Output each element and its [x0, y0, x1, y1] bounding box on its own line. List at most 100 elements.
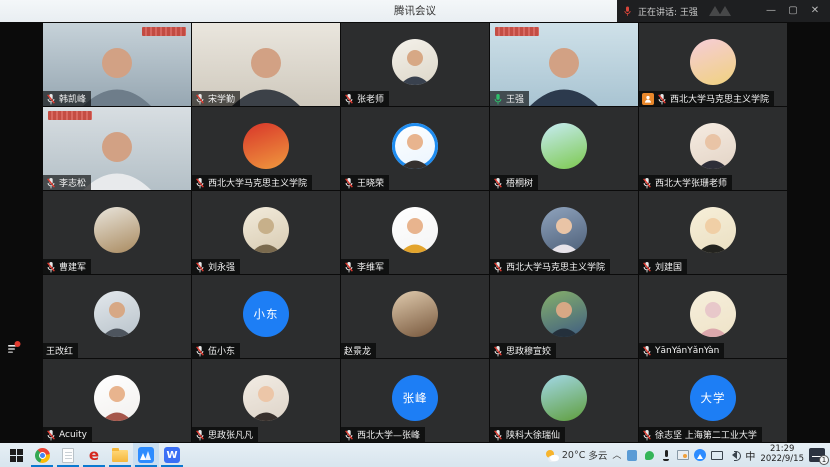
avatar	[541, 207, 587, 253]
participant-name: 李维军	[357, 260, 384, 273]
participant-label: 王改红	[43, 343, 78, 358]
close-button[interactable]: ✕	[806, 2, 824, 20]
participant-label: 西北大学张珊老师	[639, 175, 732, 190]
participant-tile[interactable]: 思政穆宣姣	[490, 275, 638, 358]
participant-tile[interactable]: 刘建国	[639, 191, 787, 274]
chrome-icon	[35, 448, 50, 463]
participant-tile[interactable]: 王强	[490, 23, 638, 106]
participant-tile[interactable]: 赵景龙	[341, 275, 489, 358]
mic-muted-icon	[657, 93, 667, 105]
participant-tile[interactable]: 李维军	[341, 191, 489, 274]
participant-tile[interactable]: 王晓荣	[341, 107, 489, 190]
participant-label: 曹建军	[43, 259, 91, 274]
green-status-tray-icon[interactable]	[643, 449, 655, 461]
participant-tile[interactable]: YānYánYǎnYàn	[639, 275, 787, 358]
participant-label: 西北大学马克思主义学院	[490, 259, 610, 274]
participant-name: 刘建国	[655, 260, 682, 273]
participant-label: 西北大学马克思主义学院	[639, 91, 774, 106]
participant-tile[interactable]: 韩凯峰	[43, 23, 191, 106]
mic-muted-icon	[344, 93, 354, 105]
start-button[interactable]	[3, 443, 29, 467]
chat-notification-icon[interactable]	[6, 340, 22, 356]
meeting-tray-icon[interactable]	[694, 449, 706, 461]
participant-tile[interactable]: 西北大学马克思主义学院	[490, 191, 638, 274]
participant-label: 西北大学—张峰	[341, 427, 425, 442]
windows-taskbar: e W 20°C 多云 ︿ 中 21:29 2022/9/15 1	[0, 443, 830, 467]
volume-icon[interactable]	[728, 449, 740, 461]
participant-tile[interactable]: 张老师	[341, 23, 489, 106]
participant-tile[interactable]: 刘永强	[192, 191, 340, 274]
usb-tray-icon[interactable]	[626, 449, 638, 461]
participant-name: 赵景龙	[344, 344, 371, 357]
weather-widget[interactable]: 20°C 多云	[546, 448, 608, 462]
participant-tile[interactable]: 王改红	[43, 275, 191, 358]
taskbar-notepad[interactable]	[55, 443, 81, 467]
taskbar-chrome[interactable]	[29, 443, 55, 467]
screenshot-tray-icon[interactable]	[677, 449, 689, 461]
minimize-button[interactable]: —	[762, 2, 780, 20]
taskbar-browser-e[interactable]: e	[81, 443, 107, 467]
participant-label: 赵景龙	[341, 343, 376, 358]
tencent-meeting-window: 腾讯会议 正在讲话: 王强 — ▢ ✕ 韩凯峰宋学勤张老师王强西北大学马克思主义…	[0, 0, 830, 467]
avatar	[690, 123, 736, 169]
mic-muted-icon	[642, 345, 652, 357]
mic-muted-icon	[642, 177, 652, 189]
speaking-status: 正在讲话: 王强	[638, 5, 698, 18]
participant-name: 西北大学—张峰	[357, 428, 420, 441]
participant-label: 西北大学马克思主义学院	[192, 175, 312, 190]
participant-label: 刘永强	[192, 259, 240, 274]
mic-muted-icon	[344, 177, 354, 189]
participant-tile[interactable]: 梧桐树	[490, 107, 638, 190]
avatar-text: 张峰	[403, 390, 428, 406]
mic-muted-icon	[195, 429, 205, 441]
participant-label: 徐志坚 上海第二工业大学	[639, 427, 762, 442]
mic-muted-icon	[344, 261, 354, 273]
participant-tile[interactable]: 张峰西北大学—张峰	[341, 359, 489, 442]
participant-tile[interactable]: 西北大学马克思主义学院	[639, 23, 787, 106]
avatar	[392, 207, 438, 253]
participant-name: 西北大学马克思主义学院	[208, 176, 307, 189]
taskbar-file-explorer[interactable]	[107, 443, 133, 467]
microphone-tray-icon[interactable]	[660, 449, 672, 461]
browser-e-icon: e	[89, 448, 99, 463]
participant-name: 刘永强	[208, 260, 235, 273]
weather-icon	[546, 450, 559, 461]
participant-tile[interactable]: 李志松	[43, 107, 191, 190]
action-center-button[interactable]: 1	[809, 448, 825, 462]
participant-name: 西北大学张珊老师	[655, 176, 727, 189]
participant-tile[interactable]: 西北大学张珊老师	[639, 107, 787, 190]
participant-label: YānYánYǎnYàn	[639, 343, 724, 358]
participant-name: 徐志坚 上海第二工业大学	[655, 428, 757, 441]
participant-tile[interactable]: 曹建军	[43, 191, 191, 274]
mic-muted-icon	[344, 429, 354, 441]
participant-label: 思政张凡凡	[192, 427, 258, 442]
participant-name: 宋学勤	[208, 92, 235, 105]
participant-label: 王强	[490, 91, 529, 106]
member-badge-icon	[642, 93, 654, 105]
participant-tile[interactable]: 宋学勤	[192, 23, 340, 106]
participant-tile[interactable]: 小东伍小东	[192, 275, 340, 358]
participant-tile[interactable]: 大学徐志坚 上海第二工业大学	[639, 359, 787, 442]
ime-indicator[interactable]: 中	[745, 448, 755, 463]
display-tray-icon[interactable]	[711, 449, 723, 461]
taskbar-clock[interactable]: 21:29 2022/9/15	[760, 445, 804, 465]
participant-tile[interactable]: Acuity	[43, 359, 191, 442]
mic-muted-icon	[46, 93, 56, 105]
participant-tile[interactable]: 陕科大徐瑞仙	[490, 359, 638, 442]
participant-tile[interactable]: 思政张凡凡	[192, 359, 340, 442]
avatar	[690, 39, 736, 85]
participant-name: 张老师	[357, 92, 384, 105]
mic-muted-icon	[493, 261, 503, 273]
mic-muted-icon	[195, 345, 205, 357]
taskbar-tencent-meeting[interactable]	[133, 443, 159, 467]
maximize-button[interactable]: ▢	[784, 2, 802, 20]
participant-name: YānYánYǎnYàn	[655, 346, 719, 356]
hidden-icons-arrow[interactable]: ︿	[612, 448, 621, 461]
participant-name: 西北大学马克思主义学院	[670, 92, 769, 105]
taskbar-tray: 20°C 多云 ︿ 中 21:29 2022/9/15 1	[546, 445, 827, 465]
participant-name: 梧桐树	[506, 176, 533, 189]
taskbar-wps[interactable]: W	[159, 443, 185, 467]
participant-label: Acuity	[43, 427, 92, 442]
participant-tile[interactable]: 西北大学马克思主义学院	[192, 107, 340, 190]
participant-label: 李维军	[341, 259, 389, 274]
